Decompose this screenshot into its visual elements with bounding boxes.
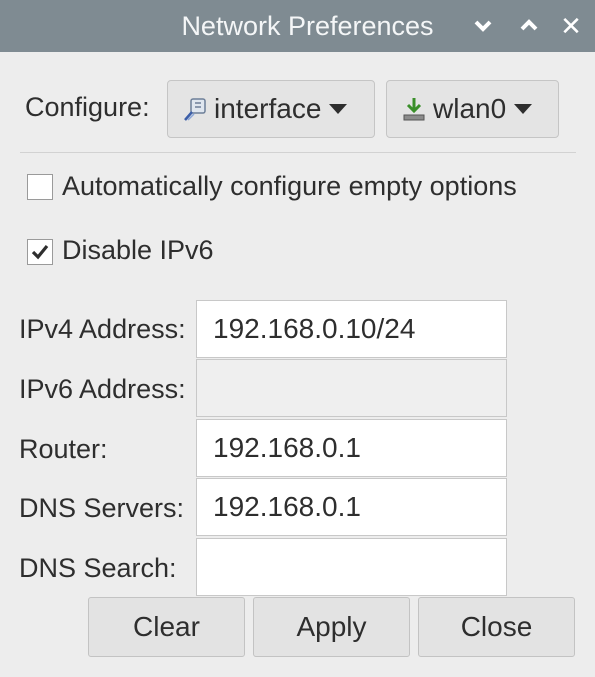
dns-servers-input[interactable]: 192.168.0.1 [196, 478, 507, 536]
network-plug-icon [184, 98, 206, 121]
close-button[interactable]: Close [418, 597, 575, 657]
configure-type-dropdown[interactable]: interface [167, 80, 375, 138]
chevron-down-icon [514, 104, 533, 114]
disable-ipv6-label[interactable]: Disable IPv6 [62, 235, 214, 266]
disable-ipv6-checkbox[interactable] [27, 239, 53, 265]
close-icon: ✕ [560, 11, 582, 41]
chevron-up-icon [520, 19, 538, 31]
dns-search-input[interactable] [196, 538, 507, 596]
device-dropdown[interactable]: wlan0 [386, 80, 559, 138]
title-bar[interactable]: Network Preferences ✕ [0, 0, 595, 52]
ipv4-address-input[interactable]: 192.168.0.10/24 [196, 300, 507, 358]
apply-button[interactable]: Apply [253, 597, 410, 657]
close-window-button[interactable]: ✕ [553, 8, 589, 44]
ipv4-label: IPv4 Address: [19, 314, 186, 344]
router-input[interactable]: 192.168.0.1 [196, 419, 507, 477]
dns-servers-label: DNS Servers: [19, 493, 185, 523]
auto-configure-label[interactable]: Automatically configure empty options [62, 171, 517, 202]
chevron-down-icon [474, 20, 492, 32]
maximize-button[interactable] [511, 8, 547, 44]
separator [20, 152, 576, 153]
ipv6-address-input[interactable] [196, 359, 507, 417]
ipv6-label: IPv6 Address: [19, 374, 186, 404]
checkmark-icon [31, 244, 49, 260]
window-title: Network Preferences [181, 11, 434, 41]
configure-type-value: interface [214, 93, 322, 124]
dns-search-label: DNS Search: [19, 553, 177, 583]
auto-configure-checkbox[interactable] [27, 174, 53, 200]
configure-label: Configure: [25, 92, 150, 122]
device-value: wlan0 [433, 93, 507, 124]
minimize-button[interactable] [465, 8, 501, 44]
clear-button[interactable]: Clear [88, 597, 245, 657]
chevron-down-icon [329, 104, 348, 114]
router-label: Router: [19, 434, 108, 464]
download-arrow-icon [403, 98, 425, 121]
